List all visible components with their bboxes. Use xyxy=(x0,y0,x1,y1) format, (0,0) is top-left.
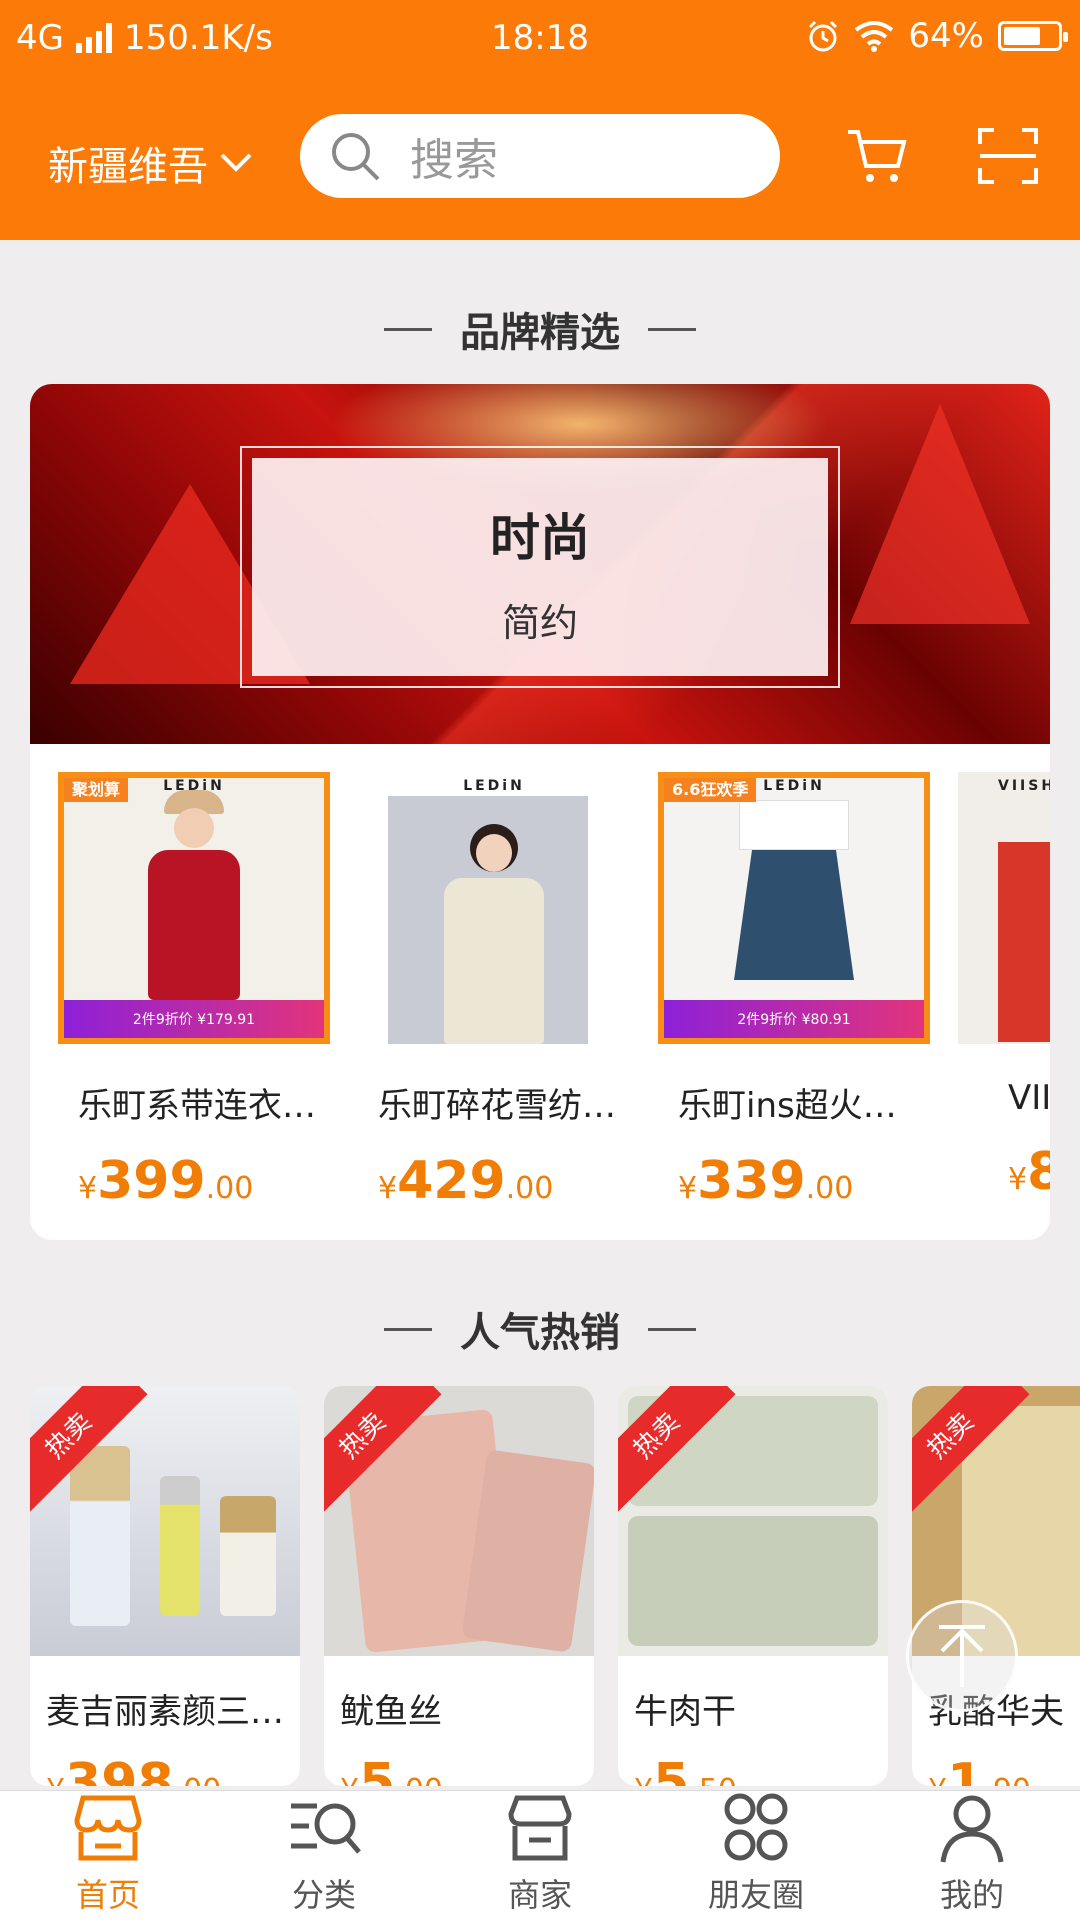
hot-product-card[interactable]: 热卖 麦吉丽素颜三… ¥398.00 xyxy=(30,1386,300,1786)
cart-icon[interactable] xyxy=(846,126,910,186)
nav-moments[interactable]: 朋友圈 xyxy=(648,1791,864,1920)
product-card[interactable]: 聚划算 LEDiN 2件9折价 ¥179.91 乐町系带连衣… ¥399.00 xyxy=(58,772,330,1211)
search-icon xyxy=(332,133,380,181)
brand-banner[interactable]: 时尚 简约 xyxy=(30,384,1050,744)
nav-label: 首页 xyxy=(75,1876,140,1914)
top-bar: 4G 150.1K/s 18:18 64% 新疆维吾 搜索 xyxy=(0,0,1080,240)
hot-product-card[interactable]: 热卖 乳酪华夫 ¥1.90 xyxy=(912,1386,1080,1786)
product-name: 麦吉丽素颜三… xyxy=(46,1692,284,1732)
banner-subtitle: 简约 xyxy=(501,601,578,645)
bottom-nav: 首页 分类 商家 朋友圈 我的 xyxy=(0,1790,1080,1920)
nav-home[interactable]: 首页 xyxy=(0,1791,216,1920)
product-name: VIISH xyxy=(1008,1078,1050,1118)
product-price: ¥399.00 xyxy=(78,1151,254,1211)
nav-label: 商家 xyxy=(507,1876,572,1914)
battery-percent: 64% xyxy=(908,16,984,56)
brand-card: 时尚 简约 聚划算 LEDiN 2件9折价 ¥179.91 乐町系带连衣… ¥3… xyxy=(30,384,1050,1240)
arrow-up-icon xyxy=(939,1625,985,1687)
hot-product-card[interactable]: 热卖 牛肉干 ¥5.50 xyxy=(618,1386,888,1786)
product-name: 鱿鱼丝 xyxy=(340,1692,442,1732)
product-name: 乐町碎花雪纺… xyxy=(378,1086,616,1126)
search-input[interactable]: 搜索 xyxy=(300,114,780,198)
nav-label: 我的 xyxy=(939,1876,1004,1914)
product-price: ¥339.00 xyxy=(678,1151,854,1211)
brand-product-list: 聚划算 LEDiN 2件9折价 ¥179.91 乐町系带连衣… ¥399.00 … xyxy=(30,772,1050,1222)
product-brand-logo: LEDiN xyxy=(163,778,225,794)
hot-product-list: 热卖 麦吉丽素颜三… ¥398.00 热卖 鱿鱼丝 ¥5.00 热卖 牛肉干 ¥… xyxy=(30,1386,1080,1796)
nav-label: 分类 xyxy=(291,1876,356,1914)
chevron-down-icon xyxy=(220,153,252,172)
user-icon xyxy=(940,1795,1004,1863)
wifi-icon xyxy=(855,21,894,52)
product-price: ¥5.00 xyxy=(340,1753,443,1786)
product-price: ¥1.90 xyxy=(928,1753,1031,1786)
region-selector[interactable]: 新疆维吾 xyxy=(48,134,254,192)
product-brand-logo: LEDiN xyxy=(763,778,825,794)
shop-icon xyxy=(508,1795,572,1861)
alarm-icon xyxy=(809,20,838,52)
product-image: 聚划算 LEDiN 2件9折价 ¥179.91 xyxy=(58,772,330,1044)
category-search-icon xyxy=(291,1803,361,1854)
product-card[interactable]: LEDiN 乐町碎花雪纺… ¥429.00 xyxy=(358,772,630,1211)
header: 新疆维吾 搜索 xyxy=(0,110,1080,200)
product-price: ¥89 xyxy=(1008,1142,1050,1202)
product-price: ¥398.00 xyxy=(46,1753,221,1786)
search-placeholder: 搜索 xyxy=(410,135,498,186)
product-name: 牛肉干 xyxy=(634,1692,736,1732)
region-label: 新疆维吾 xyxy=(48,144,208,190)
nav-label: 朋友圈 xyxy=(707,1876,804,1914)
grid-icon xyxy=(724,1793,788,1861)
product-price: ¥5.50 xyxy=(634,1753,737,1786)
banner-title: 时尚 xyxy=(490,509,590,567)
product-brand-logo: LEDiN xyxy=(463,778,525,794)
product-image: 热卖 xyxy=(30,1386,300,1656)
product-promo: 2件9折价 ¥80.91 xyxy=(664,1000,924,1038)
product-image: LEDiN xyxy=(358,772,630,1044)
hot-product-card[interactable]: 热卖 鱿鱼丝 ¥5.00 xyxy=(324,1386,594,1786)
scan-icon[interactable] xyxy=(976,126,1040,186)
nav-profile[interactable]: 我的 xyxy=(864,1791,1080,1920)
product-card[interactable]: VIISHOW VIISH ¥89 xyxy=(958,772,1050,1202)
product-brand-logo: VIISHOW xyxy=(998,778,1050,794)
store-icon xyxy=(74,1795,142,1861)
product-card[interactable]: 6.6狂欢季 LEDiN 2件9折价 ¥80.91 乐町ins超火… ¥339.… xyxy=(658,772,930,1211)
product-name: 乐町ins超火… xyxy=(678,1086,897,1126)
brand-section-title: 品牌精选 xyxy=(0,300,1080,358)
product-image: 6.6狂欢季 LEDiN 2件9折价 ¥80.91 xyxy=(658,772,930,1044)
product-image: 热卖 xyxy=(324,1386,594,1656)
hot-section-title: 人气热销 xyxy=(0,1300,1080,1358)
status-bar: 4G 150.1K/s 18:18 64% xyxy=(0,0,1080,80)
product-name: 乐町系带连衣… xyxy=(78,1086,316,1126)
product-promo: 2件9折价 ¥179.91 xyxy=(64,1000,324,1038)
battery-icon xyxy=(998,21,1068,51)
nav-category[interactable]: 分类 xyxy=(216,1791,432,1920)
product-image: 热卖 xyxy=(618,1386,888,1656)
scroll-to-top-button[interactable] xyxy=(906,1600,1018,1712)
nav-merchant[interactable]: 商家 xyxy=(432,1791,648,1920)
product-price: ¥429.00 xyxy=(378,1151,554,1211)
product-image: VIISHOW xyxy=(958,772,1050,1044)
